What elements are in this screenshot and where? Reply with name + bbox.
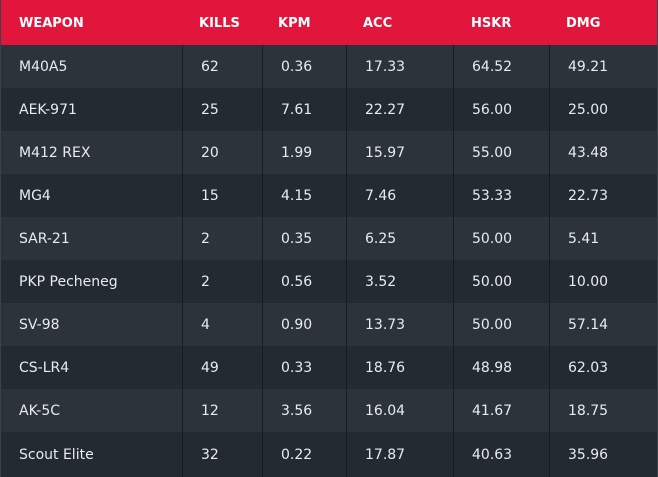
cell-dmg: 22.73: [549, 174, 657, 217]
table-row[interactable]: AEK-971 25 7.61 22.27 56.00 25.00: [1, 88, 657, 131]
cell-acc: 15.97: [346, 131, 453, 174]
cell-dmg: 10.00: [549, 260, 657, 303]
table-row[interactable]: Scout Elite 32 0.22 17.87 40.63 35.96: [1, 432, 657, 477]
cell-kills: 12: [182, 389, 262, 432]
column-header-weapon[interactable]: WEAPON: [1, 0, 182, 31]
cell-weapon: SV-98: [19, 316, 60, 333]
column-header-dmg[interactable]: DMG: [549, 0, 657, 31]
cell-kills: 20: [182, 131, 262, 174]
table-row[interactable]: CS-LR4 49 0.33 18.76 48.98 62.03: [1, 346, 657, 389]
cell-weapon: M40A5: [19, 58, 68, 75]
cell-weapon: MG4: [19, 187, 51, 204]
cell-hskr: 50.00: [453, 217, 549, 260]
cell-kills: 32: [182, 432, 262, 477]
cell-kpm: 1.99: [262, 131, 346, 174]
cell-hskr: 48.98: [453, 346, 549, 389]
cell-dmg: 57.14: [549, 303, 657, 346]
cell-hskr: 64.52: [453, 45, 549, 88]
cell-dmg: 18.75: [549, 389, 657, 432]
cell-kpm: 7.61: [262, 88, 346, 131]
cell-dmg: 35.96: [549, 432, 657, 477]
column-header-hskr[interactable]: HSKR: [453, 0, 549, 31]
cell-dmg: 43.48: [549, 131, 657, 174]
cell-acc: 7.46: [346, 174, 453, 217]
cell-acc: 22.27: [346, 88, 453, 131]
cell-weapon: SAR-21: [19, 230, 70, 247]
table-row[interactable]: SAR-21 2 0.35 6.25 50.00 5.41: [1, 217, 657, 260]
table-row[interactable]: MG4 15 4.15 7.46 53.33 22.73: [1, 174, 657, 217]
cell-kpm: 3.56: [262, 389, 346, 432]
cell-kpm: 4.15: [262, 174, 346, 217]
cell-weapon: CS-LR4: [19, 359, 70, 376]
cell-acc: 6.25: [346, 217, 453, 260]
table-row[interactable]: AK-5C 12 3.56 16.04 41.67 18.75: [1, 389, 657, 432]
table-row[interactable]: SV-98 4 0.90 13.73 50.00 57.14: [1, 303, 657, 346]
cell-weapon: AK-5C: [19, 402, 61, 419]
cell-kpm: 0.56: [262, 260, 346, 303]
table-row[interactable]: M40A5 62 0.36 17.33 64.52 49.21: [1, 45, 657, 88]
table-body: M40A5 62 0.36 17.33 64.52 49.21 AEK-971 25 7.61 2…: [1, 45, 657, 477]
cell-kills: 2: [182, 217, 262, 260]
cell-dmg: 49.21: [549, 45, 657, 88]
column-header-acc[interactable]: ACC: [346, 0, 453, 31]
cell-hskr: 55.00: [453, 131, 549, 174]
cell-kpm: 0.33: [262, 346, 346, 389]
cell-dmg: 25.00: [549, 88, 657, 131]
cell-kpm: 0.36: [262, 45, 346, 88]
cell-hskr: 41.67: [453, 389, 549, 432]
cell-kills: 62: [182, 45, 262, 88]
cell-hskr: 50.00: [453, 303, 549, 346]
cell-kpm: 0.35: [262, 217, 346, 260]
column-header-kpm[interactable]: KPM: [262, 0, 346, 31]
cell-hskr: 53.33: [453, 174, 549, 217]
cell-dmg: 5.41: [549, 217, 657, 260]
cell-acc: 17.33: [346, 45, 453, 88]
cell-acc: 16.04: [346, 389, 453, 432]
cell-kills: 25: [182, 88, 262, 131]
table-row[interactable]: PKP Pecheneg 2 0.56 3.52 50.00 10.00: [1, 260, 657, 303]
cell-hskr: 40.63: [453, 432, 549, 477]
cell-acc: 13.73: [346, 303, 453, 346]
cell-kpm: 0.22: [262, 432, 346, 477]
cell-acc: 3.52: [346, 260, 453, 303]
cell-dmg: 62.03: [549, 346, 657, 389]
cell-kills: 4: [182, 303, 262, 346]
cell-weapon: PKP Pecheneg: [19, 273, 118, 290]
cell-kills: 49: [182, 346, 262, 389]
cell-hskr: 50.00: [453, 260, 549, 303]
cell-kills: 15: [182, 174, 262, 217]
column-header-kills[interactable]: KILLS: [182, 0, 262, 31]
cell-weapon: Scout Elite: [19, 446, 94, 463]
cell-weapon: AEK-971: [19, 101, 77, 118]
cell-kills: 2: [182, 260, 262, 303]
weapon-stats-table: WEAPON KILLS KPM ACC HSKR DMG M40A5 62 0.3…: [0, 0, 658, 477]
cell-acc: 18.76: [346, 346, 453, 389]
cell-kpm: 0.90: [262, 303, 346, 346]
cell-weapon: M412 REX: [19, 144, 91, 161]
table-row[interactable]: M412 REX 20 1.99 15.97 55.00 43.48: [1, 131, 657, 174]
table-header: WEAPON KILLS KPM ACC HSKR DMG: [1, 0, 657, 45]
cell-acc: 17.87: [346, 432, 453, 477]
cell-hskr: 56.00: [453, 88, 549, 131]
